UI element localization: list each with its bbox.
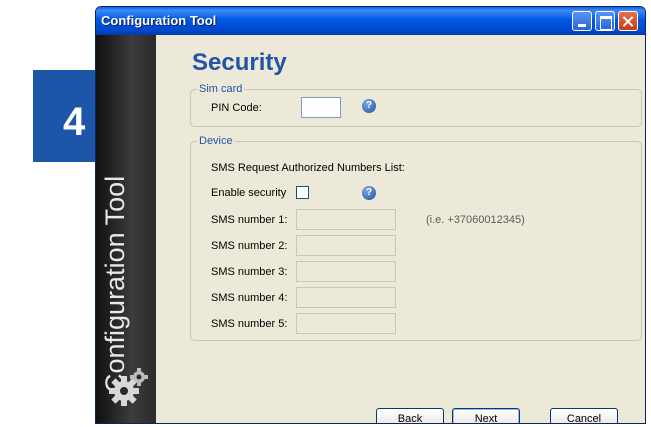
device-legend: Device xyxy=(197,135,235,147)
sms-number-3-label: SMS number 3: xyxy=(211,266,288,278)
maximize-icon xyxy=(596,12,614,30)
sms-number-2-input[interactable] xyxy=(296,235,396,256)
minimize-icon xyxy=(573,12,591,30)
gear-icon xyxy=(104,363,152,411)
close-icon xyxy=(619,12,637,30)
sms-list-title: SMS Request Authorized Numbers List: xyxy=(211,162,405,174)
maximize-button[interactable] xyxy=(595,11,615,31)
cancel-button[interactable]: Cancel xyxy=(550,408,618,423)
step-number: 4 xyxy=(63,100,86,144)
help-icon[interactable]: ? xyxy=(362,99,376,113)
help-icon[interactable]: ? xyxy=(362,186,376,200)
sms-example-hint: (i.e. +37060012345) xyxy=(426,214,525,226)
window-title: Configuration Tool xyxy=(101,13,217,28)
sms-number-5-input[interactable] xyxy=(296,313,396,334)
configuration-window: Configuration Tool Configuration Tool Se… xyxy=(95,6,646,424)
sms-number-1-label: SMS number 1: xyxy=(211,214,288,226)
sim-card-legend: Sim card xyxy=(197,83,245,95)
sidebar-vertical-text: Configuration Tool xyxy=(100,175,130,393)
main-content: Security Sim card PIN Code: ? Device SMS… xyxy=(156,35,645,423)
sidebar-banner: Configuration Tool xyxy=(96,35,156,423)
pin-code-input[interactable] xyxy=(301,97,341,118)
page-title: Security xyxy=(192,49,287,76)
enable-security-label: Enable security xyxy=(211,187,287,199)
title-bar[interactable]: Configuration Tool xyxy=(96,7,645,35)
device-group: Device SMS Request Authorized Numbers Li… xyxy=(190,135,642,341)
sms-number-3-input[interactable] xyxy=(296,261,396,282)
sms-number-2-label: SMS number 2: xyxy=(211,240,288,252)
sms-number-1-input[interactable] xyxy=(296,209,396,230)
next-button[interactable]: Next xyxy=(452,408,520,423)
enable-security-checkbox[interactable] xyxy=(296,186,309,199)
sms-number-5-label: SMS number 5: xyxy=(211,318,288,330)
minimize-button[interactable] xyxy=(572,11,592,31)
pin-code-label: PIN Code: xyxy=(211,102,262,114)
sms-number-4-label: SMS number 4: xyxy=(211,292,288,304)
back-button[interactable]: Back xyxy=(376,408,444,423)
sms-number-4-input[interactable] xyxy=(296,287,396,308)
close-button[interactable] xyxy=(618,11,638,31)
sim-card-group: Sim card PIN Code: ? xyxy=(190,83,642,127)
